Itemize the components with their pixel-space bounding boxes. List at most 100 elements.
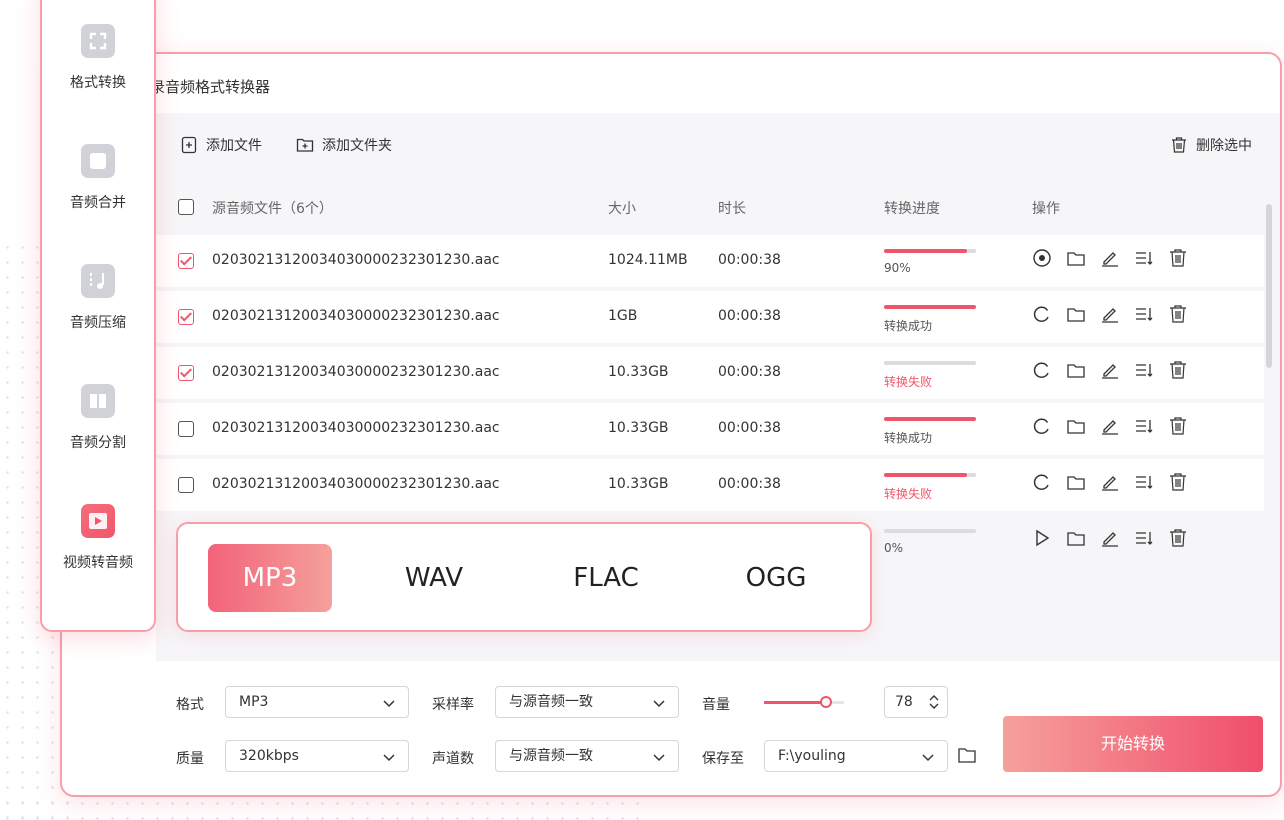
file-name: 02030213120034030000232301230.aac	[212, 476, 500, 492]
stepper-arrows-icon[interactable]	[927, 693, 941, 711]
sidebar-item-audio-merge[interactable]: 音频合并	[42, 144, 154, 212]
play-icon[interactable]	[1032, 528, 1052, 548]
edit-icon[interactable]	[1100, 248, 1120, 268]
add-file-button[interactable]: 添加文件	[180, 135, 262, 155]
sidebar-item-audio-split[interactable]: 音频分割	[42, 384, 154, 452]
row-checkbox[interactable]	[178, 253, 194, 269]
refresh-icon[interactable]	[1032, 360, 1052, 380]
format-select-value: MP3	[239, 694, 269, 710]
sidebar-label: 视频转音频	[63, 555, 133, 571]
format-select[interactable]: MP3	[225, 686, 409, 718]
sample-rate-label: 采样率	[432, 697, 474, 713]
delete-selected-button[interactable]: 删除选中	[1170, 135, 1252, 155]
sort-list-icon[interactable]	[1134, 528, 1154, 548]
row-checkbox[interactable]	[178, 365, 194, 381]
volume-slider[interactable]	[764, 696, 844, 708]
trash-icon[interactable]	[1168, 304, 1188, 324]
edit-icon[interactable]	[1100, 360, 1120, 380]
file-name: 02030213120034030000232301230.aac	[212, 364, 500, 380]
sort-list-icon[interactable]	[1134, 360, 1154, 380]
app-title: 录音频格式转换器	[150, 78, 271, 96]
file-duration: 00:00:38	[718, 364, 781, 380]
table-row[interactable]: 02030213120034030000232301230.aac 10.33GB…	[156, 459, 1264, 511]
format-option-mp3[interactable]: MP3	[208, 544, 332, 612]
refresh-icon[interactable]	[1032, 416, 1052, 436]
open-folder-icon[interactable]	[1066, 472, 1086, 492]
header-actions: 操作	[1032, 201, 1060, 217]
table-row[interactable]: 02030213120034030000232301230.aac 1024.11…	[156, 235, 1264, 287]
progress-bar	[884, 417, 976, 421]
add-folder-button[interactable]: 添加文件夹	[296, 135, 392, 155]
select-all-checkbox[interactable]	[178, 199, 194, 215]
table-row[interactable]: 02030213120034030000232301230.aac 10.33GB…	[156, 403, 1264, 455]
open-folder-icon[interactable]	[1066, 528, 1086, 548]
open-folder-icon[interactable]	[1066, 304, 1086, 324]
row-checkbox[interactable]	[178, 421, 194, 437]
file-name: 02030213120034030000232301230.aac	[212, 252, 500, 268]
progress-fill	[884, 417, 976, 421]
sort-list-icon[interactable]	[1134, 304, 1154, 324]
sidebar: 格式转换 音频合并 音频压缩 音频分割 视频转音频	[40, 0, 156, 632]
trash-icon[interactable]	[1168, 360, 1188, 380]
edit-icon[interactable]	[1100, 472, 1120, 492]
edit-icon[interactable]	[1100, 528, 1120, 548]
trash-icon[interactable]	[1168, 416, 1188, 436]
row-actions	[1032, 248, 1188, 268]
chevron-down-icon	[383, 754, 395, 762]
volume-stepper[interactable]: 78	[884, 686, 948, 718]
table-row[interactable]: 02030213120034030000232301230.aac 10.33GB…	[156, 347, 1264, 399]
row-checkbox[interactable]	[178, 309, 194, 325]
sample-rate-select[interactable]: 与源音频一致	[495, 686, 679, 718]
format-option-ogg[interactable]: OGG	[714, 544, 838, 612]
chevron-down-icon	[922, 754, 934, 762]
quality-select[interactable]: 320kbps	[225, 740, 409, 772]
edit-icon[interactable]	[1100, 416, 1120, 436]
refresh-icon[interactable]	[1032, 304, 1052, 324]
open-folder-icon[interactable]	[1066, 416, 1086, 436]
progress-status: 转换失败	[884, 487, 933, 501]
format-option-flac[interactable]: FLAC	[544, 544, 668, 612]
volume-value: 78	[895, 694, 913, 710]
sidebar-item-audio-compress[interactable]: 音频压缩	[42, 264, 154, 332]
trash-icon[interactable]	[1168, 248, 1188, 268]
sidebar-item-video-to-audio[interactable]: 视频转音频	[42, 504, 154, 572]
file-name: 02030213120034030000232301230.aac	[212, 420, 500, 436]
open-folder-icon[interactable]	[1066, 360, 1086, 380]
row-actions	[1032, 360, 1188, 380]
chevron-down-icon	[653, 754, 665, 762]
trash-icon[interactable]	[1168, 472, 1188, 492]
refresh-icon[interactable]	[1032, 472, 1052, 492]
header-progress: 转换进度	[884, 201, 940, 217]
start-convert-button[interactable]: 开始转换	[1003, 716, 1263, 772]
sort-list-icon[interactable]	[1134, 472, 1154, 492]
file-size: 1024.11MB	[608, 252, 688, 268]
table-row[interactable]: 02030213120034030000232301230.aac 1GB 00:0…	[156, 291, 1264, 343]
channels-select[interactable]: 与源音频一致	[495, 740, 679, 772]
open-folder-icon[interactable]	[1066, 248, 1086, 268]
sidebar-label: 音频压缩	[70, 315, 126, 331]
sort-list-icon[interactable]	[1134, 416, 1154, 436]
browse-folder-icon[interactable]	[956, 744, 978, 766]
save-path-select[interactable]: F:\youling	[764, 740, 948, 772]
sort-list-icon[interactable]	[1134, 248, 1154, 268]
row-actions	[1032, 528, 1188, 548]
sidebar-label: 格式转换	[70, 75, 126, 91]
stop-icon[interactable]	[1032, 248, 1052, 268]
header-size: 大小	[608, 201, 636, 217]
trash-icon[interactable]	[1168, 528, 1188, 548]
chevron-down-icon	[383, 700, 395, 708]
row-actions	[1032, 472, 1188, 492]
row-checkbox[interactable]	[178, 477, 194, 493]
edit-icon[interactable]	[1100, 304, 1120, 324]
sidebar-item-format-convert[interactable]: 格式转换	[42, 24, 154, 92]
format-option-wav[interactable]: WAV	[372, 544, 496, 612]
chevron-down-icon	[653, 700, 665, 708]
list-scrollbar[interactable]	[1266, 204, 1272, 368]
progress-bar	[884, 249, 976, 253]
progress-status: 转换成功	[884, 319, 933, 333]
header-duration: 时长	[718, 201, 746, 217]
audio-split-icon	[81, 384, 115, 418]
progress-bar	[884, 305, 976, 309]
save-path-value: F:\youling	[778, 748, 846, 764]
delete-selected-label: 删除选中	[1196, 138, 1252, 154]
